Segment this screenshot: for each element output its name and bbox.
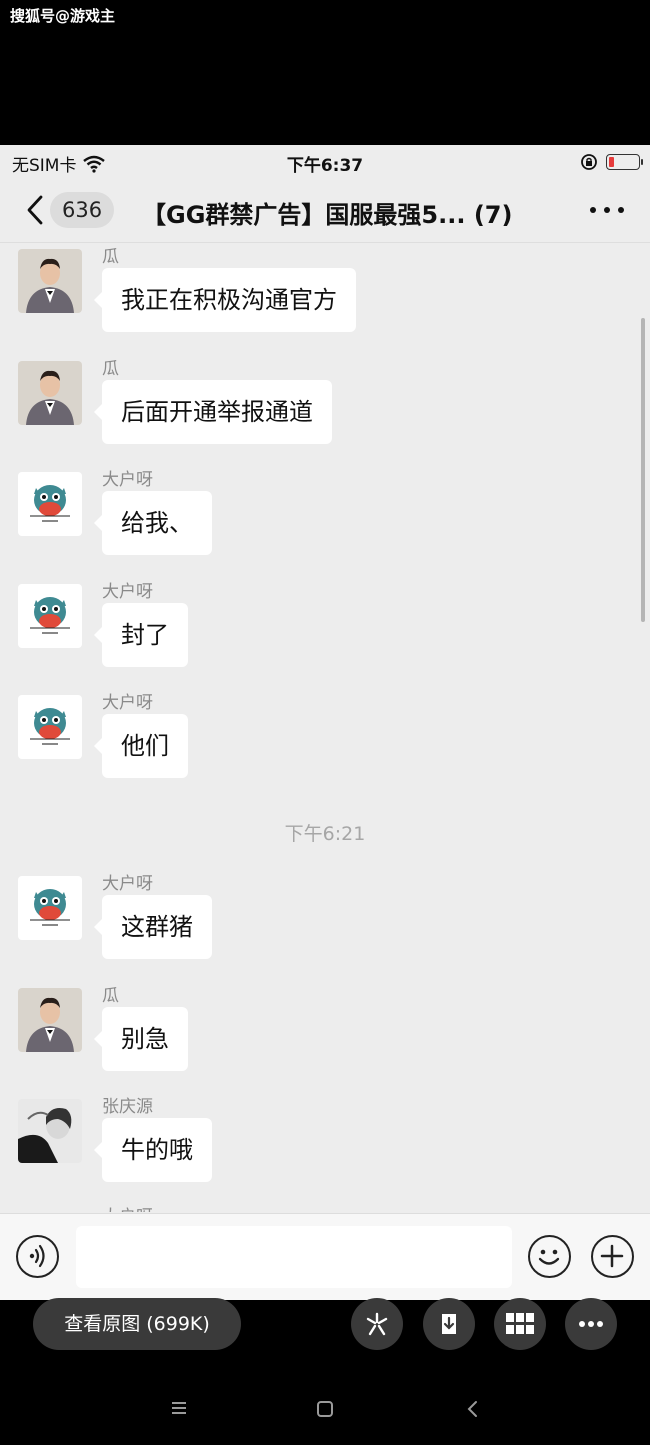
grid-icon bbox=[506, 1313, 534, 1334]
message-bubble[interactable]: 他们 bbox=[94, 714, 188, 778]
cartoon-owl-avatar bbox=[18, 472, 82, 536]
home-button[interactable] bbox=[316, 1400, 334, 1422]
cartoon-owl-avatar bbox=[18, 584, 82, 648]
scrollbar[interactable] bbox=[641, 318, 645, 622]
avatar[interactable] bbox=[18, 361, 82, 425]
chevron-left-icon bbox=[27, 195, 43, 225]
man-in-suit-avatar bbox=[18, 249, 82, 313]
download-button[interactable] bbox=[423, 1298, 475, 1350]
sender-name: 张庆源 bbox=[102, 1097, 153, 1117]
avatar[interactable] bbox=[18, 584, 82, 648]
menu-button[interactable] bbox=[170, 1400, 188, 1420]
man-in-suit-avatar bbox=[18, 361, 82, 425]
more-icon bbox=[579, 1321, 603, 1327]
sender-name: 大户呀 bbox=[102, 582, 153, 602]
sender-name: 大户呀 bbox=[102, 470, 153, 490]
status-bar: 无SIM卡 下午6:37 bbox=[0, 145, 650, 177]
avatar[interactable] bbox=[18, 988, 82, 1052]
system-back-button[interactable] bbox=[466, 1400, 480, 1422]
sender-name: 瓜 bbox=[102, 359, 119, 379]
sender-name: 瓜 bbox=[102, 247, 119, 267]
man-in-suit-avatar bbox=[18, 988, 82, 1052]
message-item: 大户呀 这群猪 bbox=[0, 871, 650, 971]
message-item: 大户呀 他们 bbox=[0, 690, 650, 790]
battery-level bbox=[609, 157, 614, 167]
message-item-partial: 大户呀 bbox=[0, 1202, 650, 1212]
input-bar bbox=[0, 1213, 650, 1300]
menu-icon bbox=[172, 1402, 186, 1414]
message-bubble[interactable]: 牛的哦 bbox=[94, 1118, 212, 1182]
scan-button[interactable] bbox=[351, 1298, 403, 1350]
emoji-icon bbox=[538, 1249, 560, 1265]
chat-title[interactable]: 【GG群禁广告】国服最强5... (7) bbox=[142, 195, 512, 230]
group-name: 【GG群禁广告】国服最强5... bbox=[142, 201, 466, 229]
message-input[interactable] bbox=[76, 1226, 512, 1288]
home-icon bbox=[317, 1401, 333, 1417]
sender-name: 瓜 bbox=[102, 986, 119, 1006]
message-item: 张庆源 牛的哦 bbox=[0, 1094, 650, 1194]
more-dot bbox=[618, 207, 624, 213]
image-viewer-toolbar: 查看原图 (699K) bbox=[0, 1298, 650, 1350]
person-photo-avatar bbox=[18, 1099, 82, 1163]
message-item: 瓜 后面开通举报通道 bbox=[0, 356, 650, 456]
back-button[interactable] bbox=[20, 193, 50, 227]
avatar[interactable] bbox=[18, 1099, 82, 1163]
more-dot bbox=[590, 207, 596, 213]
emoji-button[interactable] bbox=[528, 1235, 571, 1278]
more-button[interactable] bbox=[590, 197, 624, 223]
message-bubble[interactable]: 封了 bbox=[94, 603, 188, 667]
avatar[interactable] bbox=[18, 695, 82, 759]
message-bubble[interactable]: 给我、 bbox=[94, 491, 212, 555]
back-icon bbox=[467, 1401, 477, 1417]
message-bubble[interactable]: 我正在积极沟通官方 bbox=[94, 268, 356, 332]
scan-icon bbox=[366, 1312, 388, 1336]
avatar[interactable] bbox=[18, 876, 82, 940]
voice-icon bbox=[29, 1244, 45, 1268]
member-count: (7) bbox=[473, 201, 513, 229]
cartoon-owl-avatar bbox=[18, 695, 82, 759]
message-item: 瓜 别急 bbox=[0, 983, 650, 1083]
avatar[interactable] bbox=[18, 472, 82, 536]
chat-header: 636 【GG群禁广告】国服最强5... (7) bbox=[0, 177, 650, 243]
sender-name: 大户呀 bbox=[102, 1202, 153, 1212]
message-list[interactable]: 瓜 我正在积极沟通官方 瓜 后面开通举报通道 大户呀 给我、 大户呀 封了 大户… bbox=[0, 244, 650, 1212]
message-item: 大户呀 封了 bbox=[0, 579, 650, 679]
grid-button[interactable] bbox=[494, 1298, 546, 1350]
message-bubble[interactable]: 后面开通举报通道 bbox=[94, 380, 332, 444]
sender-name: 大户呀 bbox=[102, 874, 153, 894]
avatar[interactable] bbox=[18, 249, 82, 313]
view-original-button[interactable]: 查看原图 (699K) bbox=[33, 1298, 241, 1350]
plus-button[interactable] bbox=[591, 1235, 634, 1278]
message-item: 大户呀 给我、 bbox=[0, 467, 650, 567]
time-separator: 下午6:21 bbox=[284, 823, 366, 845]
cartoon-owl-avatar bbox=[18, 876, 82, 940]
more-options-button[interactable] bbox=[565, 1298, 617, 1350]
more-dot bbox=[604, 207, 610, 213]
rotation-lock-icon bbox=[581, 154, 597, 170]
sender-name: 大户呀 bbox=[102, 693, 153, 713]
message-item: 瓜 我正在积极沟通官方 bbox=[0, 244, 650, 344]
system-navigation-bar bbox=[0, 1385, 650, 1435]
plus-circle-icon bbox=[600, 1244, 624, 1268]
unread-count-badge[interactable]: 636 bbox=[50, 192, 115, 228]
phone-screen: 无SIM卡 下午6:37 636 【GG群禁广告】国服最强5... (7) 瓜 … bbox=[0, 145, 650, 1300]
status-time: 下午6:37 bbox=[286, 156, 364, 176]
message-bubble[interactable]: 别急 bbox=[94, 1007, 188, 1071]
battery-icon bbox=[606, 154, 643, 170]
voice-button[interactable] bbox=[16, 1235, 59, 1278]
message-bubble[interactable]: 这群猪 bbox=[94, 895, 212, 959]
download-icon bbox=[442, 1314, 456, 1334]
watermark: 搜狐号@游戏主 bbox=[10, 7, 116, 25]
